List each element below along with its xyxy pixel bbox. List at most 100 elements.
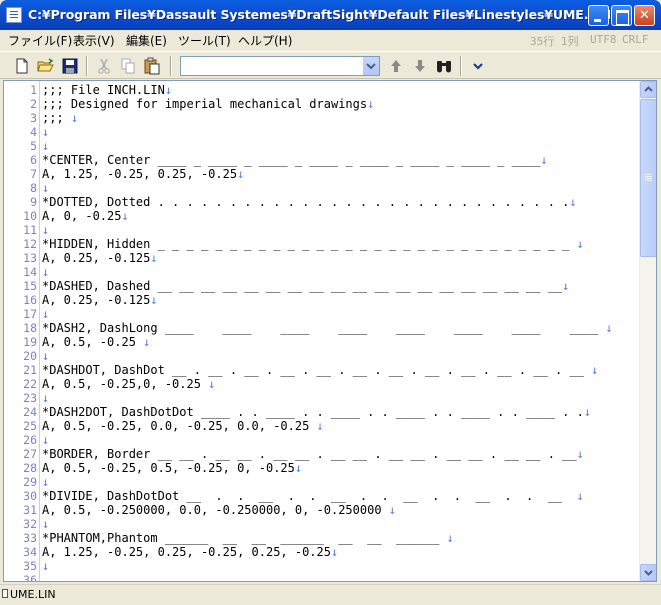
editor-line[interactable]: 32 ↓ xyxy=(4,517,637,531)
editor-line[interactable]: 17 ↓ xyxy=(4,307,637,321)
scrollbar-thumb[interactable] xyxy=(640,99,656,257)
line-number: 17 xyxy=(23,307,37,321)
line-number: 18 xyxy=(23,321,37,335)
app-notepad-icon[interactable] xyxy=(6,7,22,23)
open-file-button[interactable] xyxy=(36,56,56,76)
editor-line[interactable]: 11 ↓ xyxy=(4,223,637,237)
editor-line[interactable]: 30 *DIVIDE, DashDotDot __ . . __ . . __ .… xyxy=(4,489,637,503)
editor-line[interactable]: 8 ↓ xyxy=(4,181,637,195)
line-number: 36 xyxy=(23,573,37,582)
menu-help[interactable]: ヘルプ(H) xyxy=(238,32,292,49)
line-number: 12 xyxy=(23,237,37,251)
line-content: A, 0.25, -0.125 xyxy=(42,293,151,307)
menu-tools[interactable]: ツール(T) xyxy=(178,32,231,49)
search-up-icon xyxy=(391,60,401,72)
editor-line[interactable]: 6 *CENTER, Center ____ _ ____ _ ____ _ __… xyxy=(4,153,637,167)
line-number: 32 xyxy=(23,517,37,531)
line-text: *BORDER, Border __ __ . __ __ . __ __ . … xyxy=(42,447,584,461)
editor-line[interactable]: 27 *BORDER, Border __ __ . __ __ . __ __ … xyxy=(4,447,637,461)
line-text: A, 0.5, -0.25, 0.5, -0.25, 0, -0.25↓ xyxy=(42,461,302,475)
editor-line[interactable]: 1 ;;; File INCH.LIN↓ xyxy=(4,83,637,97)
line-text: *CENTER, Center ____ _ ____ _ ____ _ ___… xyxy=(42,153,548,167)
eol-marker: ↓ xyxy=(143,335,151,349)
editor-line[interactable]: 29 ↓ xyxy=(4,475,637,489)
editor-line[interactable]: 25 A, 0.5, -0.25, 0.0, -0.25, 0.0, -0.25 … xyxy=(4,419,637,433)
eol-marker: ↓ xyxy=(605,321,613,335)
editor-lines[interactable]: 1;;; File INCH.LIN↓ 2;;; Designed for imp… xyxy=(4,83,637,582)
line-number: 24 xyxy=(23,405,37,419)
vertical-scrollbar[interactable] xyxy=(639,81,656,581)
line-number: 25 xyxy=(23,419,37,433)
toolbar-separator xyxy=(86,56,88,76)
line-number: 3 xyxy=(30,111,37,125)
find-button[interactable] xyxy=(434,56,454,76)
eol-marker: ↓ xyxy=(42,349,50,363)
toolbar-options-button[interactable] xyxy=(468,56,488,76)
editor-line[interactable]: 31 A, 0.5, -0.250000, 0.0, -0.250000, 0, … xyxy=(4,503,637,517)
new-file-button[interactable] xyxy=(12,56,32,76)
editor-line[interactable]: 15 *DASHED, Dashed __ __ __ __ __ __ __ _… xyxy=(4,279,637,293)
editor-line[interactable]: 5 ↓ xyxy=(4,139,637,153)
line-number: 29 xyxy=(23,475,37,489)
search-combo[interactable] xyxy=(180,56,380,76)
editor-line[interactable]: 10 A, 0, -0.25↓ xyxy=(4,209,637,223)
editor-line[interactable]: 33 *PHANTOM,Phantom ______ __ __ ______ _… xyxy=(4,531,637,545)
menu-view[interactable]: 表示(V) xyxy=(73,32,115,49)
search-previous-button[interactable] xyxy=(386,56,406,76)
search-dropdown-button[interactable] xyxy=(362,57,379,75)
editor-line[interactable]: 35 ↓ xyxy=(4,559,637,573)
editor-line[interactable]: 12 *HIDDEN, Hidden _ _ _ _ _ _ _ _ _ _ _ … xyxy=(4,237,637,251)
text-editor[interactable]: 1;;; File INCH.LIN↓ 2;;; Designed for imp… xyxy=(3,80,657,582)
eol-marker: ↓ xyxy=(42,181,50,195)
close-button[interactable]: ✕ xyxy=(634,5,655,26)
scroll-up-button[interactable] xyxy=(640,81,656,98)
editor-line[interactable]: 26 ↓ xyxy=(4,433,637,447)
editor-line[interactable]: 36 xyxy=(4,573,637,582)
line-content: *DIVIDE, DashDotDot __ . . __ . . __ . .… xyxy=(42,489,577,503)
eol-marker: ↓ xyxy=(591,363,599,377)
editor-line[interactable]: 4 ↓ xyxy=(4,125,637,139)
editor-line[interactable]: 16 A, 0.25, -0.125↓ xyxy=(4,293,637,307)
search-next-button[interactable] xyxy=(410,56,430,76)
save-button[interactable] xyxy=(60,56,80,76)
menu-file[interactable]: ファイル(F) xyxy=(8,32,72,49)
editor-line[interactable]: 34 A, 1.25, -0.25, 0.25, -0.25, 0.25, -0.… xyxy=(4,545,637,559)
editor-line[interactable]: 13 A, 0.25, -0.125↓ xyxy=(4,251,637,265)
editor-line[interactable]: 28 A, 0.5, -0.25, 0.5, -0.25, 0, -0.25↓ xyxy=(4,461,637,475)
copy-button[interactable] xyxy=(118,56,138,76)
editor-line[interactable]: 9 *DOTTED, Dotted . . . . . . . . . . . .… xyxy=(4,195,637,209)
editor-line[interactable]: 22 A, 0.5, -0.25,0, -0.25 ↓ xyxy=(4,377,637,391)
line-number: 35 xyxy=(23,559,37,573)
editor-line[interactable]: 19 A, 0.5, -0.25 ↓ xyxy=(4,335,637,349)
editor-line[interactable]: 7 A, 1.25, -0.25, 0.25, -0.25↓ xyxy=(4,167,637,181)
line-text: ↓ xyxy=(42,181,49,195)
editor-line[interactable]: 18 *DASH2, DashLong ____ ____ ____ ____ _… xyxy=(4,321,637,335)
line-text: ↓ xyxy=(42,223,49,237)
editor-line[interactable]: 20 ↓ xyxy=(4,349,637,363)
eol-marker: ↓ xyxy=(569,195,577,209)
minimize-button[interactable] xyxy=(588,5,609,26)
line-number: 23 xyxy=(23,391,37,405)
line-number: 20 xyxy=(23,349,37,363)
line-content: *BORDER, Border __ __ . __ __ . __ __ . … xyxy=(42,447,577,461)
scroll-down-button[interactable] xyxy=(640,564,656,581)
line-content: *DOTTED, Dotted . . . . . . . . . . . . … xyxy=(42,195,570,209)
editor-line[interactable]: 2 ;;; Designed for imperial mechanical dr… xyxy=(4,97,637,111)
cut-icon xyxy=(98,58,110,74)
search-down-icon xyxy=(415,60,425,72)
line-text: ↓ xyxy=(42,125,49,139)
cut-button[interactable] xyxy=(94,56,114,76)
file-icon xyxy=(2,589,8,598)
editor-line[interactable]: 23 ↓ xyxy=(4,391,637,405)
editor-line[interactable]: 3;;; ↓ xyxy=(4,111,637,125)
editor-line[interactable]: 14 ↓ xyxy=(4,265,637,279)
editor-line[interactable]: 21 *DASHDOT, DashDot __ . __ . __ . __ . … xyxy=(4,363,637,377)
maximize-button[interactable] xyxy=(611,5,632,26)
menu-edit[interactable]: 編集(E) xyxy=(126,32,167,49)
eol-marker: ↓ xyxy=(42,433,50,447)
editor-line[interactable]: 24 *DASH2DOT, DashDotDot ____ . . ____ . … xyxy=(4,405,637,419)
paste-button[interactable] xyxy=(142,56,162,76)
search-input[interactable] xyxy=(181,57,361,75)
eol-marker: ↓ xyxy=(540,153,548,167)
eol-marker: ↓ xyxy=(121,209,129,223)
